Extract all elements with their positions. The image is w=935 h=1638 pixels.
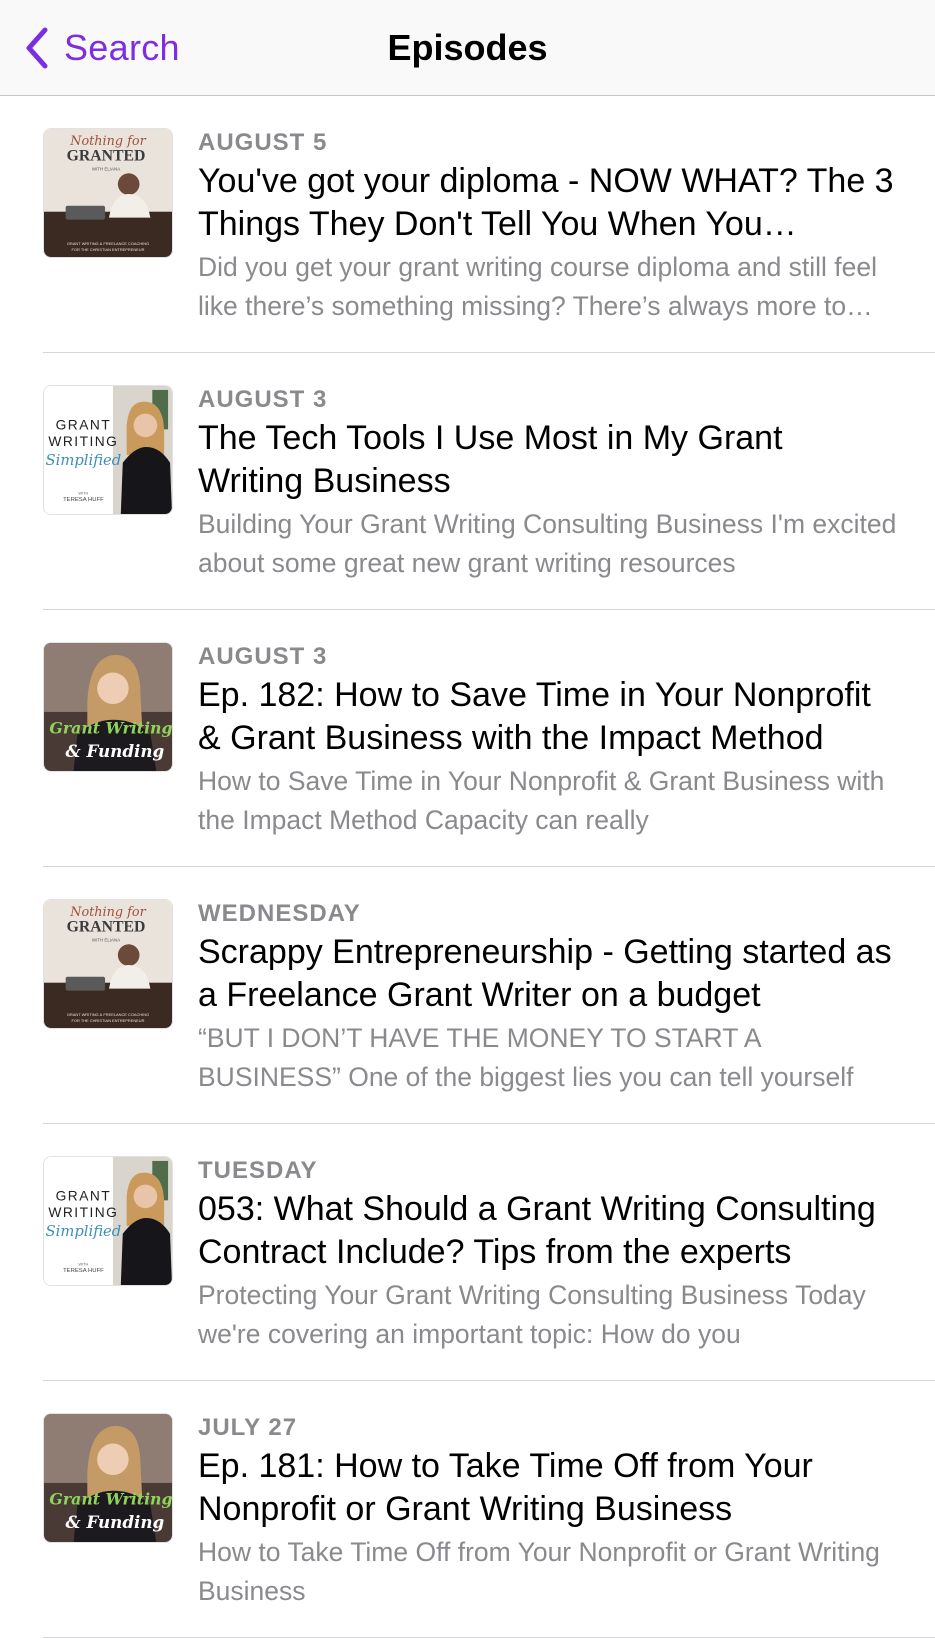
episode-list: Nothing for GRANTED WITH ELIANA GRANT WR… [0, 96, 935, 1638]
podcast-artwork-nothing-for-granted: Nothing for GRANTED WITH ELIANA GRANT WR… [43, 899, 173, 1029]
episode-title: Scrappy Entrepreneurship - Getting start… [198, 933, 892, 1014]
episode-row[interactable]: Grant Writing & Funding JULY 27 Ep. 181:… [0, 1381, 935, 1638]
artwork-script-text: Nothing for [69, 134, 146, 149]
artwork-subtitle-text: WITH ELIANA [92, 937, 120, 942]
artwork-title-text: GRANTED [67, 148, 146, 165]
artwork-subtitle-text: WITH [78, 1261, 88, 1266]
episode-description: Protecting Your Grant Writing Consulting… [198, 1280, 866, 1349]
podcast-artwork-grant-writing-simplified: GRANT WRITING Simplified WITH TERESA HUF… [43, 385, 173, 515]
episode-row[interactable]: GRANT WRITING Simplified WITH TERESA HUF… [0, 1124, 935, 1381]
episode-title: Ep. 181: How to Take Time Off from Your … [198, 1447, 813, 1528]
artwork-script-text: Simplified [46, 1223, 122, 1240]
artwork-host-text: TERESA HUFF [63, 1268, 104, 1274]
episode-row[interactable]: Nothing for GRANTED WITH ELIANA GRANT WR… [0, 96, 935, 353]
episode-date: AUGUST 3 [198, 643, 328, 670]
artwork-subtitle-text: WITH ELIANA [92, 166, 120, 171]
episode-title: You've got your diploma - NOW WHAT? The … [198, 162, 894, 243]
podcast-artwork-grant-writing-simplified: GRANT WRITING Simplified WITH TERESA HUF… [43, 1156, 173, 1286]
artwork-footer-text: GRANT WRITING & FREELANCE COACHING [67, 1012, 149, 1017]
episode-date: AUGUST 5 [198, 129, 328, 156]
episode-date: TUESDAY [198, 1157, 318, 1184]
episode-description: Building Your Grant Writing Consulting B… [198, 509, 897, 578]
episode-row[interactable]: GRANT WRITING Simplified WITH TERESA HUF… [0, 353, 935, 610]
page-title: Episodes [387, 27, 548, 68]
artwork-title-text: WRITING [48, 434, 118, 449]
episode-title: 053: What Should a Grant Writing Consult… [198, 1190, 876, 1271]
artwork-footer-text: GRANT WRITING & FREELANCE COACHING [67, 241, 149, 246]
podcast-artwork-grant-writing-funding: Grant Writing & Funding [43, 1413, 173, 1543]
podcast-artwork-nothing-for-granted: Nothing for GRANTED WITH ELIANA GRANT WR… [43, 128, 173, 258]
episode-date: AUGUST 3 [198, 386, 328, 413]
episode-date: JULY 27 [198, 1414, 298, 1441]
artwork-script-text: Simplified [46, 452, 122, 469]
artwork-subtitle-text: & Funding [66, 1512, 165, 1532]
episode-description: How to Take Time Off from Your Nonprofit… [198, 1537, 880, 1606]
podcast-artwork-grant-writing-funding: Grant Writing & Funding [43, 642, 173, 772]
artwork-subtitle-text: WITH [78, 490, 88, 495]
episode-title: The Tech Tools I Use Most in My Grant Wr… [198, 419, 783, 500]
artwork-title-text: WRITING [48, 1205, 118, 1220]
artwork-footer-text: FOR THE CHRISTIAN ENTREPRENEUR [72, 247, 145, 252]
artwork-subtitle-text: & Funding [66, 741, 165, 761]
navigation-bar: Search Episodes [0, 0, 935, 96]
artwork-title-text: Grant Writing [49, 719, 172, 738]
artwork-title-text: GRANT [56, 1188, 112, 1203]
artwork-footer-text: FOR THE CHRISTIAN ENTREPRENEUR [72, 1018, 145, 1023]
artwork-title-text: GRANT [56, 417, 112, 432]
episode-row[interactable]: Nothing for GRANTED WITH ELIANA GRANT WR… [0, 867, 935, 1124]
artwork-title-text: Grant Writing [49, 1490, 172, 1509]
episode-row[interactable]: Grant Writing & Funding AUGUST 3 Ep. 182… [0, 610, 935, 867]
episode-date: WEDNESDAY [198, 900, 361, 927]
episode-title: Ep. 182: How to Save Time in Your Nonpro… [198, 676, 871, 757]
artwork-title-text: GRANTED [67, 919, 146, 936]
episode-description: How to Save Time in Your Nonprofit & Gra… [198, 766, 885, 835]
artwork-host-text: TERESA HUFF [63, 497, 104, 503]
episode-description: Did you get your grant writing course di… [198, 252, 878, 321]
artwork-script-text: Nothing for [69, 905, 146, 920]
episode-description: “BUT I DON’T HAVE THE MONEY TO START A B… [198, 1023, 854, 1092]
